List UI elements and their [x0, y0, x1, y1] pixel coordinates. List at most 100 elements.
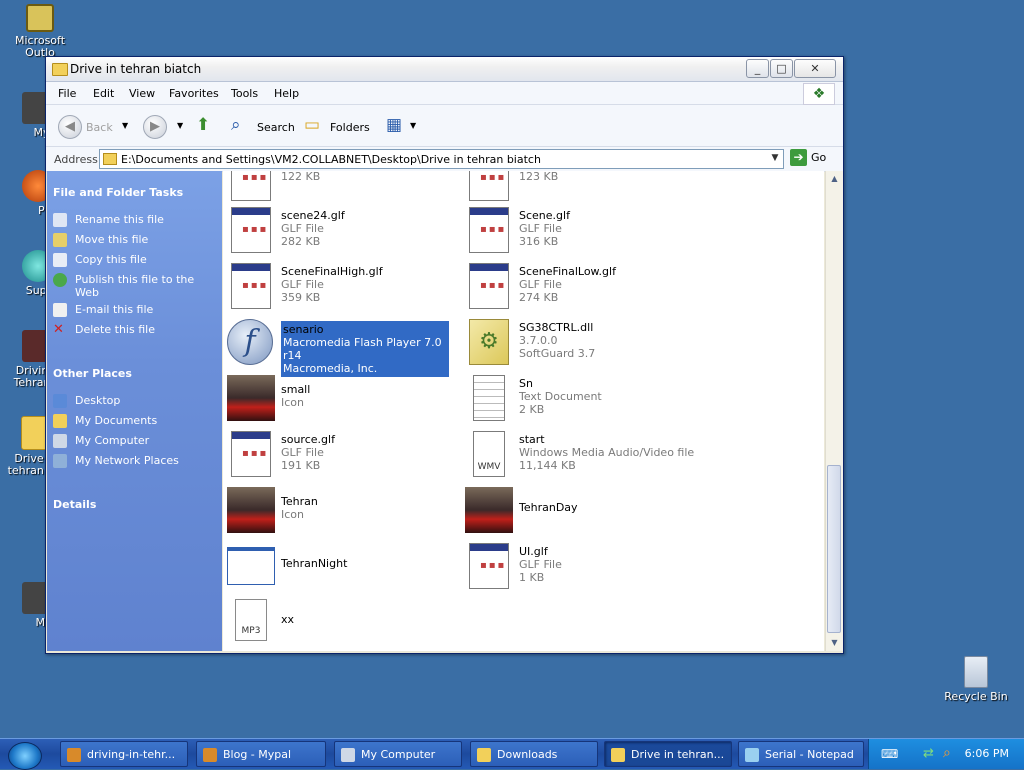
task-pane: File and Folder Tasks Rename this file M… — [47, 171, 222, 651]
back-dropdown-icon[interactable]: ▼ — [122, 121, 128, 130]
window-title: Drive in tehran biatch — [70, 62, 202, 76]
back-button[interactable]: ◀ — [58, 115, 82, 139]
desktop-icon-recycle-bin[interactable]: Recycle Bin — [938, 656, 1014, 703]
keyboard-icon[interactable]: ⌨ — [881, 747, 898, 761]
taskbar-item[interactable]: Serial - Notepad — [738, 741, 864, 767]
my-documents-icon — [53, 414, 67, 428]
rename-icon — [53, 213, 67, 227]
file-size: 316 KB — [519, 235, 559, 248]
windows-logo-icon: ❖ — [803, 83, 835, 105]
notepad-icon — [745, 748, 759, 762]
desktop-icon-outlook[interactable]: Microsoft Outlo — [2, 4, 78, 59]
file-item[interactable]: SceneFinalLow.glfGLF File274 KB — [465, 261, 695, 311]
file-item[interactable]: GLF File123 KB — [465, 171, 695, 203]
file-type: GLF File — [519, 222, 562, 235]
up-folder-icon[interactable]: ⬆ — [196, 115, 210, 135]
address-field[interactable]: E:\Documents and Settings\VM2.COLLABNET\… — [99, 149, 784, 169]
file-item[interactable]: WMV start Windows Media Audio/Video file 1… — [465, 429, 695, 479]
start-button[interactable] — [8, 742, 42, 770]
menu-file[interactable]: File — [58, 87, 76, 100]
search-button[interactable]: Search — [257, 121, 295, 134]
flash-icon: f — [227, 319, 273, 365]
go-button[interactable]: ➔ Go — [790, 149, 826, 166]
folders-icon[interactable]: ▭ — [304, 115, 320, 135]
taskbar-item[interactable]: My Computer — [334, 741, 462, 767]
forward-dropdown-icon[interactable]: ▼ — [177, 121, 183, 130]
maximize-button[interactable]: □ — [770, 59, 793, 78]
file-list: GLF File122 KB scene24.glfGLF File282 KB… — [223, 171, 824, 651]
folder-icon — [52, 63, 68, 76]
scroll-down-icon[interactable]: ▼ — [826, 635, 843, 651]
glf-file-icon — [469, 263, 509, 309]
minimize-button[interactable]: _ — [746, 59, 769, 78]
scroll-up-icon[interactable]: ▲ — [826, 171, 843, 187]
close-button[interactable]: ✕ — [794, 59, 836, 78]
menu-edit[interactable]: Edit — [93, 87, 114, 100]
file-name: Scene.glf — [519, 209, 570, 222]
file-item[interactable]: Scene.glfGLF File316 KB — [465, 205, 695, 255]
delete-icon: ✕ — [53, 322, 64, 337]
forward-button[interactable]: ▶ — [143, 115, 167, 139]
glf-file-icon — [231, 431, 271, 477]
file-size: 123 KB — [519, 171, 559, 183]
file-name: source.glf — [281, 433, 335, 446]
file-size: 1 KB — [519, 571, 545, 584]
file-item[interactable]: scene24.glfGLF File282 KB — [227, 205, 457, 255]
file-item[interactable]: small Icon — [227, 373, 457, 423]
file-item[interactable]: SceneFinalHigh.glfGLF File359 KB — [227, 261, 457, 311]
car-icon — [465, 487, 513, 533]
file-name: start — [519, 433, 545, 446]
file-size: 359 KB — [281, 291, 321, 304]
search-icon[interactable]: ⌕ — [943, 745, 951, 761]
file-item[interactable]: MP3 xx — [227, 597, 457, 647]
menu-help[interactable]: Help — [274, 87, 299, 100]
file-type: GLF File — [519, 278, 562, 291]
file-item[interactable]: Tehran Icon — [227, 485, 457, 535]
desktop-icon — [53, 394, 67, 408]
file-item[interactable]: TehranNight — [227, 541, 457, 591]
file-item[interactable]: TehranDay — [465, 485, 695, 535]
go-label: Go — [811, 151, 827, 164]
file-type: Text Document — [519, 390, 602, 403]
menu-view[interactable]: View — [129, 87, 155, 100]
car-icon — [227, 487, 275, 533]
network-icon[interactable]: ⇄ — [923, 746, 934, 761]
views-dropdown-icon[interactable]: ▼ — [410, 121, 416, 130]
taskbar-item[interactable]: Downloads — [470, 741, 598, 767]
file-item[interactable]: Sn Text Document 2 KB — [465, 373, 695, 423]
search-icon[interactable]: ⌕ — [231, 115, 241, 135]
glf-file-icon — [231, 207, 271, 253]
file-item[interactable]: GLF File122 KB — [227, 171, 457, 203]
file-name: SceneFinalHigh.glf — [281, 265, 383, 278]
file-type: GLF File — [281, 278, 324, 291]
details-heading[interactable]: Details — [53, 498, 96, 511]
file-item[interactable]: source.glfGLF File191 KB — [227, 429, 457, 479]
scroll-thumb[interactable] — [827, 465, 841, 633]
file-folder-tasks-heading[interactable]: File and Folder Tasks — [53, 186, 183, 199]
menu-favorites[interactable]: Favorites — [169, 87, 219, 100]
computer-icon — [341, 748, 355, 762]
title-bar[interactable]: Drive in tehran biatch _ □ ✕ — [46, 57, 843, 82]
glf-file-icon — [469, 171, 509, 201]
menu-tools[interactable]: Tools — [231, 87, 258, 100]
file-name: TehranNight — [281, 557, 348, 570]
recycle-bin-icon — [964, 656, 988, 688]
file-name: scene24.glf — [281, 209, 345, 222]
other-places-heading[interactable]: Other Places — [53, 367, 132, 380]
file-item-selected[interactable]: f senario Macromedia Flash Player 7.0 r14… — [227, 317, 457, 377]
folders-button[interactable]: Folders — [330, 121, 370, 134]
taskbar-item-active[interactable]: Drive in tehran... — [604, 741, 732, 767]
task-label: Drive in tehran... — [631, 748, 725, 761]
file-size: 2 KB — [519, 403, 545, 416]
vertical-scrollbar[interactable]: ▲ ▼ — [825, 171, 843, 651]
go-arrow-icon: ➔ — [790, 149, 807, 166]
file-item[interactable]: UI.glfGLF File1 KB — [465, 541, 695, 591]
file-item[interactable]: ⚙ SG38CTRL.dll 3.7.0.0 SoftGuard 3.7 — [465, 317, 695, 367]
task-label: Publish this file to the Web — [75, 273, 195, 299]
views-icon[interactable]: ▦ — [386, 115, 402, 135]
address-label: Address — [54, 153, 98, 166]
explorer-window: Drive in tehran biatch _ □ ✕ File Edit V… — [45, 56, 844, 654]
taskbar-item[interactable]: driving-in-tehr... — [60, 741, 188, 767]
taskbar-item[interactable]: Blog - Mypal — [196, 741, 326, 767]
address-dropdown-icon[interactable]: ▼ — [768, 151, 782, 165]
